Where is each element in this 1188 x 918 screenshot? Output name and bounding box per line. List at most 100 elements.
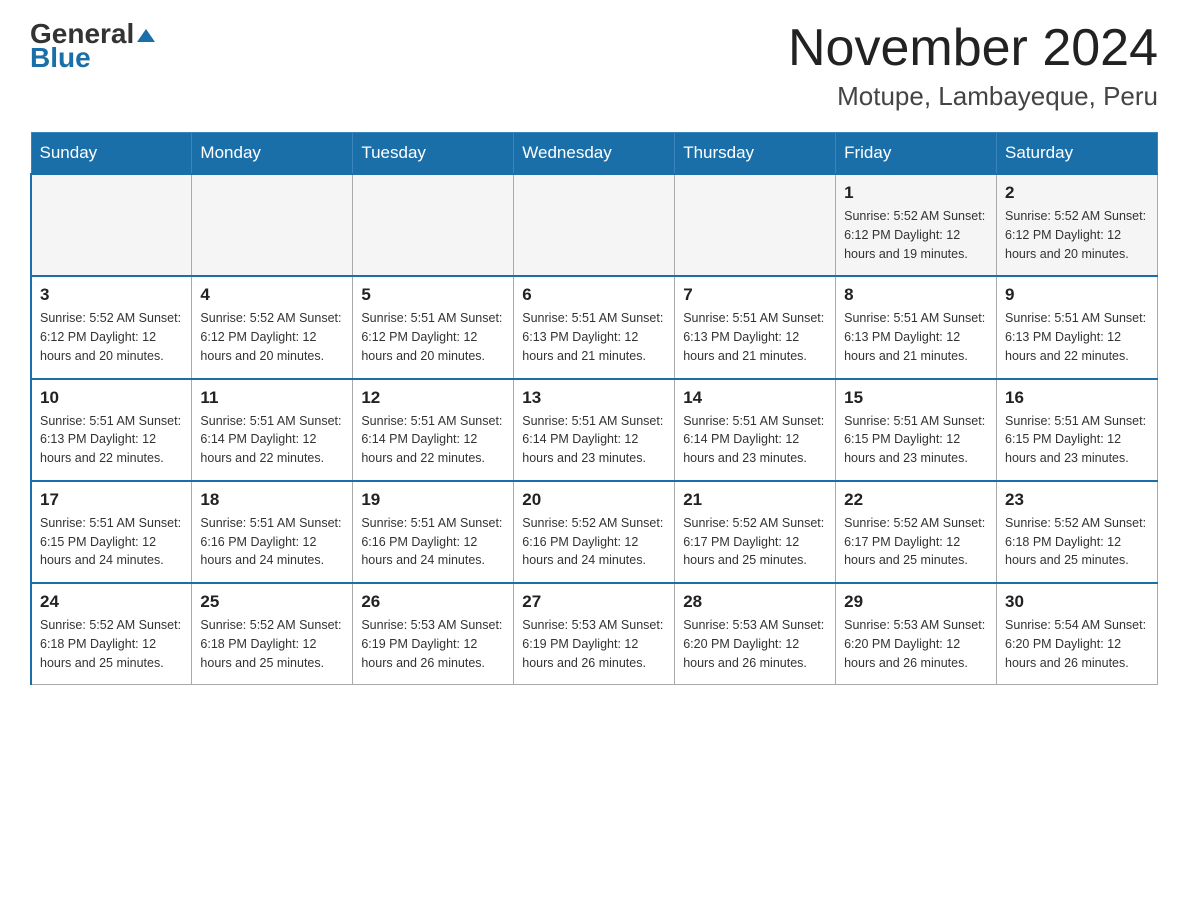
- calendar-day-cell: 9Sunrise: 5:51 AM Sunset: 6:13 PM Daylig…: [997, 276, 1158, 378]
- calendar-day-cell: 5 Sunrise: 5:51 AM Sunset: 6:12 PM Daylig…: [353, 276, 514, 378]
- day-number: 27: [522, 592, 666, 612]
- day-number: 26: [361, 592, 505, 612]
- day-info: Sunrise: 5:51 AM Sunset: 6:13 PM Dayligh…: [40, 412, 183, 468]
- logo: General Blue: [30, 20, 155, 72]
- day-number: 2: [1005, 183, 1149, 203]
- calendar-day-cell: 15 Sunrise: 5:51 AM Sunset: 6:15 PM Dayli…: [836, 379, 997, 481]
- day-info: Sunrise: 5:51 AM Sunset: 6:16 PM Dayligh…: [361, 514, 505, 570]
- day-number: 17: [40, 490, 183, 510]
- day-info: Sunrise: 5:52 AM Sunset: 6:18 PM Dayligh…: [40, 616, 183, 672]
- day-number: 3: [40, 285, 183, 305]
- calendar-day-cell: [192, 174, 353, 276]
- calendar-day-cell: 13Sunrise: 5:51 AM Sunset: 6:14 PM Dayli…: [514, 379, 675, 481]
- calendar-day-cell: 2 Sunrise: 5:52 AM Sunset: 6:12 PM Daylig…: [997, 174, 1158, 276]
- calendar-day-cell: 1 Sunrise: 5:52 AM Sunset: 6:12 PM Daylig…: [836, 174, 997, 276]
- day-number: 1: [844, 183, 988, 203]
- calendar-week-row: 17 Sunrise: 5:51 AM Sunset: 6:15 PM Dayli…: [31, 481, 1158, 583]
- calendar-day-cell: 21 Sunrise: 5:52 AM Sunset: 6:17 PM Dayli…: [675, 481, 836, 583]
- day-number: 4: [200, 285, 344, 305]
- logo-blue-text: Blue: [30, 44, 91, 72]
- day-number: 9: [1005, 285, 1149, 305]
- calendar-day-cell: [31, 174, 192, 276]
- day-info: Sunrise: 5:52 AM Sunset: 6:12 PM Dayligh…: [1005, 207, 1149, 263]
- calendar-day-cell: 3Sunrise: 5:52 AM Sunset: 6:12 PM Daylig…: [31, 276, 192, 378]
- day-number: 7: [683, 285, 827, 305]
- day-info: Sunrise: 5:52 AM Sunset: 6:18 PM Dayligh…: [200, 616, 344, 672]
- calendar-day-cell: 29 Sunrise: 5:53 AM Sunset: 6:20 PM Dayli…: [836, 583, 997, 685]
- calendar-day-cell: 4 Sunrise: 5:52 AM Sunset: 6:12 PM Daylig…: [192, 276, 353, 378]
- calendar-day-cell: 18Sunrise: 5:51 AM Sunset: 6:16 PM Dayli…: [192, 481, 353, 583]
- day-info: Sunrise: 5:54 AM Sunset: 6:20 PM Dayligh…: [1005, 616, 1149, 672]
- calendar-day-cell: 12 Sunrise: 5:51 AM Sunset: 6:14 PM Dayli…: [353, 379, 514, 481]
- day-number: 23: [1005, 490, 1149, 510]
- calendar-day-cell: [675, 174, 836, 276]
- day-info: Sunrise: 5:51 AM Sunset: 6:15 PM Dayligh…: [844, 412, 988, 468]
- location-title: Motupe, Lambayeque, Peru: [788, 81, 1158, 112]
- calendar-week-row: 3 Sunrise: 5:52 AM Sunset: 6:12 PM Daylig…: [31, 276, 1158, 378]
- day-number: 19: [361, 490, 505, 510]
- calendar-day-cell: 24Sunrise: 5:52 AM Sunset: 6:18 PM Dayli…: [31, 583, 192, 685]
- day-info: Sunrise: 5:52 AM Sunset: 6:12 PM Dayligh…: [844, 207, 988, 263]
- day-number: 15: [844, 388, 988, 408]
- column-header-tuesday: Tuesday: [353, 133, 514, 175]
- calendar-table: SundayMondayTuesdayWednesdayThursdayFrid…: [30, 132, 1158, 685]
- calendar-day-cell: 22 Sunrise: 5:52 AM Sunset: 6:17 PM Dayli…: [836, 481, 997, 583]
- day-info: Sunrise: 5:51 AM Sunset: 6:13 PM Dayligh…: [522, 309, 666, 365]
- day-number: 25: [200, 592, 344, 612]
- title-block: November 2024 Motupe, Lambayeque, Peru: [788, 20, 1158, 112]
- calendar-day-cell: 10Sunrise: 5:51 AM Sunset: 6:13 PM Dayli…: [31, 379, 192, 481]
- day-info: Sunrise: 5:52 AM Sunset: 6:17 PM Dayligh…: [683, 514, 827, 570]
- day-info: Sunrise: 5:51 AM Sunset: 6:12 PM Dayligh…: [361, 309, 505, 365]
- day-info: Sunrise: 5:51 AM Sunset: 6:15 PM Dayligh…: [1005, 412, 1149, 468]
- day-number: 11: [200, 388, 344, 408]
- day-number: 12: [361, 388, 505, 408]
- day-info: Sunrise: 5:52 AM Sunset: 6:12 PM Dayligh…: [200, 309, 344, 365]
- day-number: 13: [522, 388, 666, 408]
- calendar-header-row: SundayMondayTuesdayWednesdayThursdayFrid…: [31, 133, 1158, 175]
- column-header-sunday: Sunday: [31, 133, 192, 175]
- day-number: 22: [844, 490, 988, 510]
- column-header-monday: Monday: [192, 133, 353, 175]
- day-info: Sunrise: 5:52 AM Sunset: 6:17 PM Dayligh…: [844, 514, 988, 570]
- calendar-day-cell: 6 Sunrise: 5:51 AM Sunset: 6:13 PM Daylig…: [514, 276, 675, 378]
- day-info: Sunrise: 5:51 AM Sunset: 6:13 PM Dayligh…: [683, 309, 827, 365]
- page-header: General Blue November 2024 Motupe, Lamba…: [30, 20, 1158, 112]
- calendar-week-row: 24Sunrise: 5:52 AM Sunset: 6:18 PM Dayli…: [31, 583, 1158, 685]
- day-number: 21: [683, 490, 827, 510]
- day-info: Sunrise: 5:51 AM Sunset: 6:14 PM Dayligh…: [200, 412, 344, 468]
- calendar-day-cell: 17 Sunrise: 5:51 AM Sunset: 6:15 PM Dayli…: [31, 481, 192, 583]
- day-number: 14: [683, 388, 827, 408]
- day-info: Sunrise: 5:53 AM Sunset: 6:20 PM Dayligh…: [844, 616, 988, 672]
- day-info: Sunrise: 5:51 AM Sunset: 6:14 PM Dayligh…: [683, 412, 827, 468]
- calendar-day-cell: 28 Sunrise: 5:53 AM Sunset: 6:20 PM Dayli…: [675, 583, 836, 685]
- calendar-day-cell: 14 Sunrise: 5:51 AM Sunset: 6:14 PM Dayli…: [675, 379, 836, 481]
- day-number: 28: [683, 592, 827, 612]
- day-number: 6: [522, 285, 666, 305]
- day-info: Sunrise: 5:51 AM Sunset: 6:15 PM Dayligh…: [40, 514, 183, 570]
- day-number: 16: [1005, 388, 1149, 408]
- calendar-day-cell: 7 Sunrise: 5:51 AM Sunset: 6:13 PM Daylig…: [675, 276, 836, 378]
- calendar-day-cell: 11 Sunrise: 5:51 AM Sunset: 6:14 PM Dayli…: [192, 379, 353, 481]
- day-number: 8: [844, 285, 988, 305]
- calendar-day-cell: 25 Sunrise: 5:52 AM Sunset: 6:18 PM Dayli…: [192, 583, 353, 685]
- month-title: November 2024: [788, 20, 1158, 77]
- calendar-day-cell: 30Sunrise: 5:54 AM Sunset: 6:20 PM Dayli…: [997, 583, 1158, 685]
- day-info: Sunrise: 5:51 AM Sunset: 6:14 PM Dayligh…: [361, 412, 505, 468]
- calendar-day-cell: 23Sunrise: 5:52 AM Sunset: 6:18 PM Dayli…: [997, 481, 1158, 583]
- day-info: Sunrise: 5:53 AM Sunset: 6:19 PM Dayligh…: [522, 616, 666, 672]
- calendar-day-cell: 19 Sunrise: 5:51 AM Sunset: 6:16 PM Dayli…: [353, 481, 514, 583]
- calendar-week-row: 10Sunrise: 5:51 AM Sunset: 6:13 PM Dayli…: [31, 379, 1158, 481]
- column-header-friday: Friday: [836, 133, 997, 175]
- calendar-day-cell: 16 Sunrise: 5:51 AM Sunset: 6:15 PM Dayli…: [997, 379, 1158, 481]
- calendar-day-cell: 26Sunrise: 5:53 AM Sunset: 6:19 PM Dayli…: [353, 583, 514, 685]
- calendar-day-cell: 20 Sunrise: 5:52 AM Sunset: 6:16 PM Dayli…: [514, 481, 675, 583]
- day-number: 18: [200, 490, 344, 510]
- day-number: 20: [522, 490, 666, 510]
- day-number: 29: [844, 592, 988, 612]
- day-number: 5: [361, 285, 505, 305]
- day-info: Sunrise: 5:53 AM Sunset: 6:20 PM Dayligh…: [683, 616, 827, 672]
- day-info: Sunrise: 5:52 AM Sunset: 6:16 PM Dayligh…: [522, 514, 666, 570]
- column-header-wednesday: Wednesday: [514, 133, 675, 175]
- calendar-week-row: 1 Sunrise: 5:52 AM Sunset: 6:12 PM Daylig…: [31, 174, 1158, 276]
- calendar-day-cell: [353, 174, 514, 276]
